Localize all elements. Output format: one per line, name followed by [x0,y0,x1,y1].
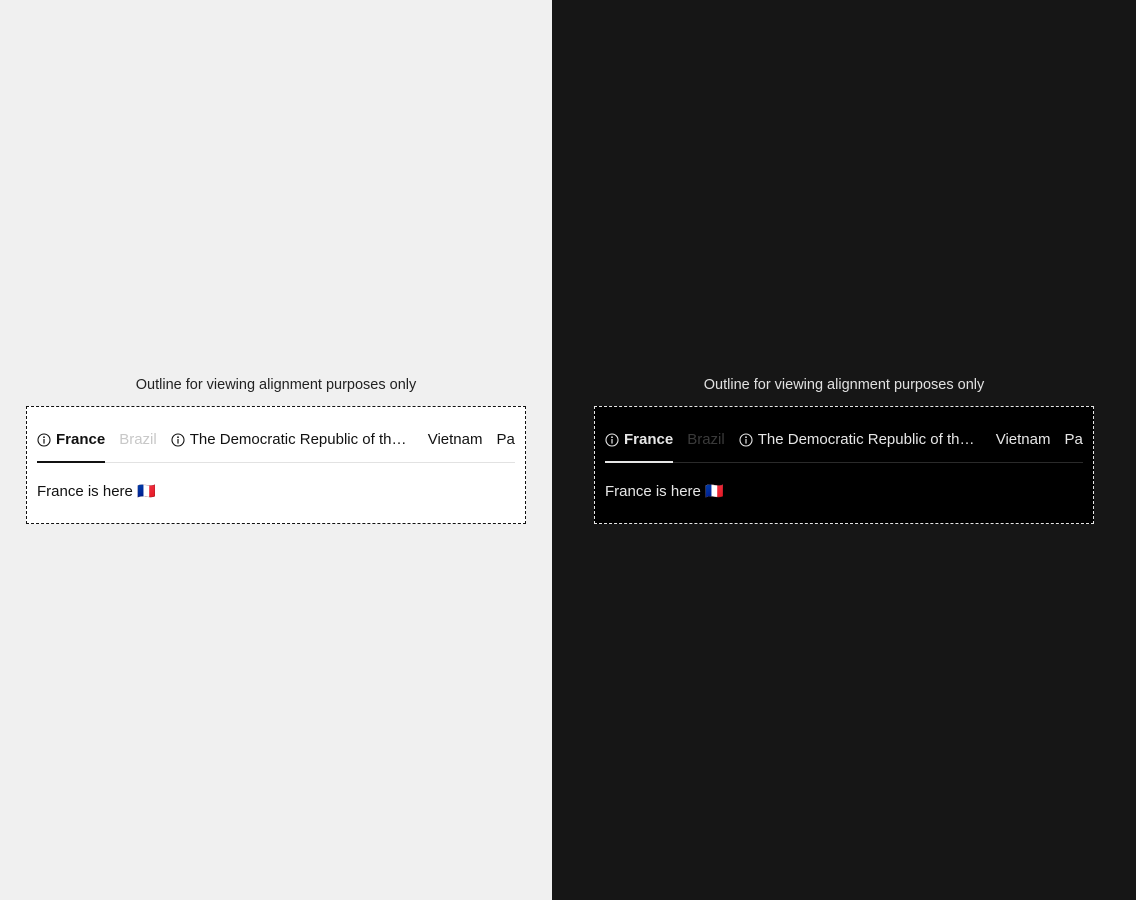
tab-panel-content: France is here 🇫🇷 [37,483,156,500]
info-icon[interactable] [605,433,619,447]
tab-france[interactable]: France [605,417,674,463]
tab-label: Pa [1064,431,1083,448]
tab-label: France [56,431,106,448]
tab-vietnam[interactable]: Vietnam [428,417,483,463]
light-theme-panel: Outline for viewing alignment purposes o… [0,0,552,900]
tab-label: Vietnam [427,431,483,448]
tab-brazil: Brazil [119,417,157,463]
tabs-component-frame: France Brazil The Democratic Republic of… [594,406,1094,524]
tab-label: Pa [496,431,515,448]
outline-note: Outline for viewing alignment purposes o… [135,377,417,393]
tab-drc[interactable]: The Democratic Republic of the ... [171,417,414,463]
tab-label: Brazil [119,431,157,448]
outline-note: Outline for viewing alignment purposes o… [703,377,985,393]
tab-list: France Brazil The Democratic Republic of… [37,417,515,463]
tab-vietnam[interactable]: Vietnam [996,417,1051,463]
tab-brazil: Brazil [687,417,725,463]
tab-label: Brazil [687,431,725,448]
tab-label: Vietnam [995,431,1051,448]
tab-panel-content: France is here 🇫🇷 [605,483,724,500]
tab-france[interactable]: France [37,417,106,463]
tabs-component-frame: France Brazil The Democratic Republic of… [26,406,526,524]
tab-drc[interactable]: The Democratic Republic of the ... [739,417,982,463]
tab-label: The Democratic Republic of the ... [757,431,982,448]
dark-theme-panel: Outline for viewing alignment purposes o… [552,0,1136,900]
tab-list: France Brazil The Democratic Republic of… [605,417,1083,463]
info-icon[interactable] [739,433,753,447]
info-icon[interactable] [37,433,51,447]
tab-partial[interactable]: Pa [1064,417,1082,463]
tab-partial[interactable]: Pa [496,417,514,463]
info-icon[interactable] [171,433,185,447]
tab-label: The Democratic Republic of the ... [189,431,414,448]
tab-label: France [624,431,674,448]
